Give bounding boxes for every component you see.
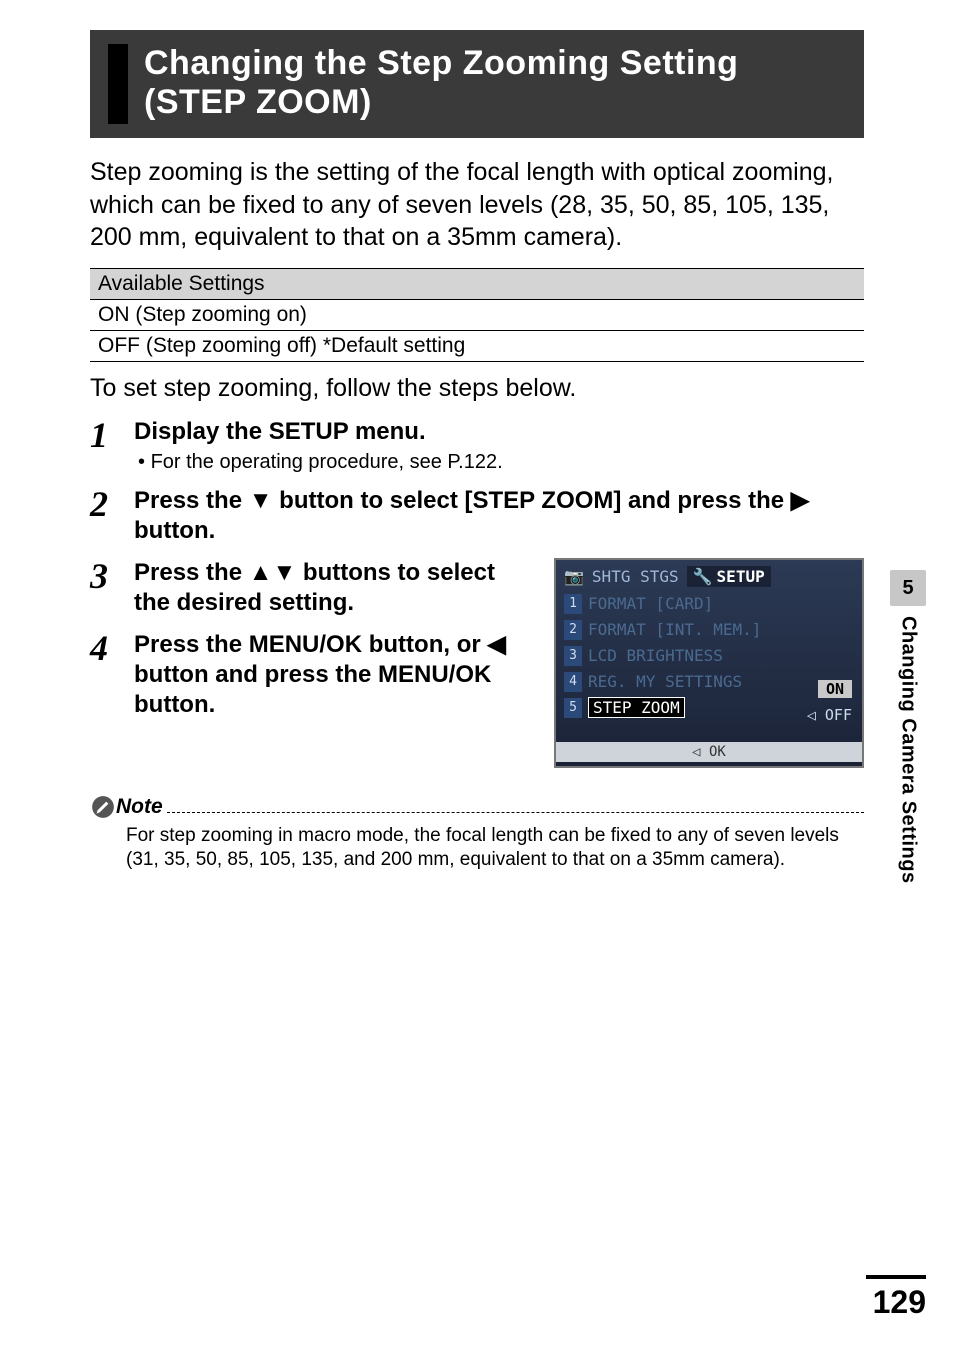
note-block: Note For step zooming in macro mode, the…: [90, 794, 864, 873]
table-cell: ON (Step zooming on): [90, 299, 864, 330]
step-4: 4 Press the MENU/OK button, or ◀ button …: [90, 630, 536, 720]
step-number: 3: [90, 558, 134, 618]
step-headline: Press the MENU/OK button, or ◀ button an…: [134, 630, 536, 720]
up-down-triangle-icon: ▲▼: [249, 558, 297, 588]
down-triangle-icon: ▼: [249, 486, 273, 516]
left-triangle-icon: ◀: [487, 630, 505, 660]
lcd-row: FORMAT [CARD]: [588, 594, 713, 613]
steps-list-cont: 3 Press the ▲▼ buttons to select the des…: [90, 558, 536, 720]
lcd-row-selected: STEP ZOOM: [588, 697, 685, 718]
available-settings-table: Available Settings ON (Step zooming on) …: [90, 268, 864, 362]
step-3: 3 Press the ▲▼ buttons to select the des…: [90, 558, 536, 618]
step-number: 4: [90, 630, 134, 720]
note-label: Note: [116, 795, 163, 819]
note-pencil-icon: [90, 794, 116, 820]
lcd-top-left: SHTG STGS: [592, 567, 679, 586]
lcd-row: FORMAT [INT. MEM.]: [588, 620, 761, 639]
wrench-icon: 🔧: [693, 567, 713, 586]
table-header-row: Available Settings: [90, 268, 864, 299]
table-header: Available Settings: [90, 268, 864, 299]
lcd-value-on: ON: [818, 680, 852, 698]
title-marker: [108, 44, 128, 124]
note-text: For step zooming in macro mode, the foca…: [126, 824, 864, 873]
page-number: 129: [873, 1284, 926, 1321]
section-title-bar: Changing the Step Zooming Setting (STEP …: [90, 30, 864, 138]
lead-text: To set step zooming, follow the steps be…: [90, 374, 864, 403]
step-headline: Press the ▲▼ buttons to select the desir…: [134, 558, 536, 618]
lcd-cam-icon: 📷: [564, 567, 584, 586]
page-number-bar: [866, 1275, 926, 1279]
step-number: 1: [90, 417, 134, 474]
lcd-row: REG. MY SETTINGS: [588, 672, 742, 691]
step-1: 1 Display the SETUP menu. For the operat…: [90, 417, 864, 474]
intro-paragraph: Step zooming is the setting of the focal…: [90, 156, 864, 254]
right-triangle-icon: ▶: [791, 486, 809, 516]
step-headline: Display the SETUP menu.: [134, 417, 864, 447]
table-row: ON (Step zooming on): [90, 299, 864, 330]
step-headline: Press the ▼ button to select [STEP ZOOM]…: [134, 486, 864, 546]
chapter-number: 5: [890, 570, 926, 606]
lcd-ok-hint: ◁ OK: [556, 742, 862, 762]
section-title: Changing the Step Zooming Setting (STEP …: [144, 44, 846, 122]
lcd-value-off: ◁ OFF: [807, 706, 852, 724]
chapter-label: Changing Camera Settings: [897, 616, 920, 884]
steps-list: 1 Display the SETUP menu. For the operat…: [90, 417, 864, 546]
lcd-setup-tab: 🔧 SETUP: [687, 566, 771, 587]
table-row: OFF (Step zooming off) *Default setting: [90, 330, 864, 361]
note-dash-line: [167, 801, 864, 813]
step-number: 2: [90, 486, 134, 546]
step-sub: For the operating procedure, see P.122.: [138, 451, 864, 474]
side-chapter-tab: 5 Changing Camera Settings: [890, 570, 926, 884]
camera-lcd-screenshot: 📷 SHTG STGS 🔧 SETUP 1FORMAT [CARD] 2FORM…: [554, 558, 864, 768]
lcd-row: LCD BRIGHTNESS: [588, 646, 723, 665]
table-cell: OFF (Step zooming off) *Default setting: [90, 330, 864, 361]
step-2: 2 Press the ▼ button to select [STEP ZOO…: [90, 486, 864, 546]
